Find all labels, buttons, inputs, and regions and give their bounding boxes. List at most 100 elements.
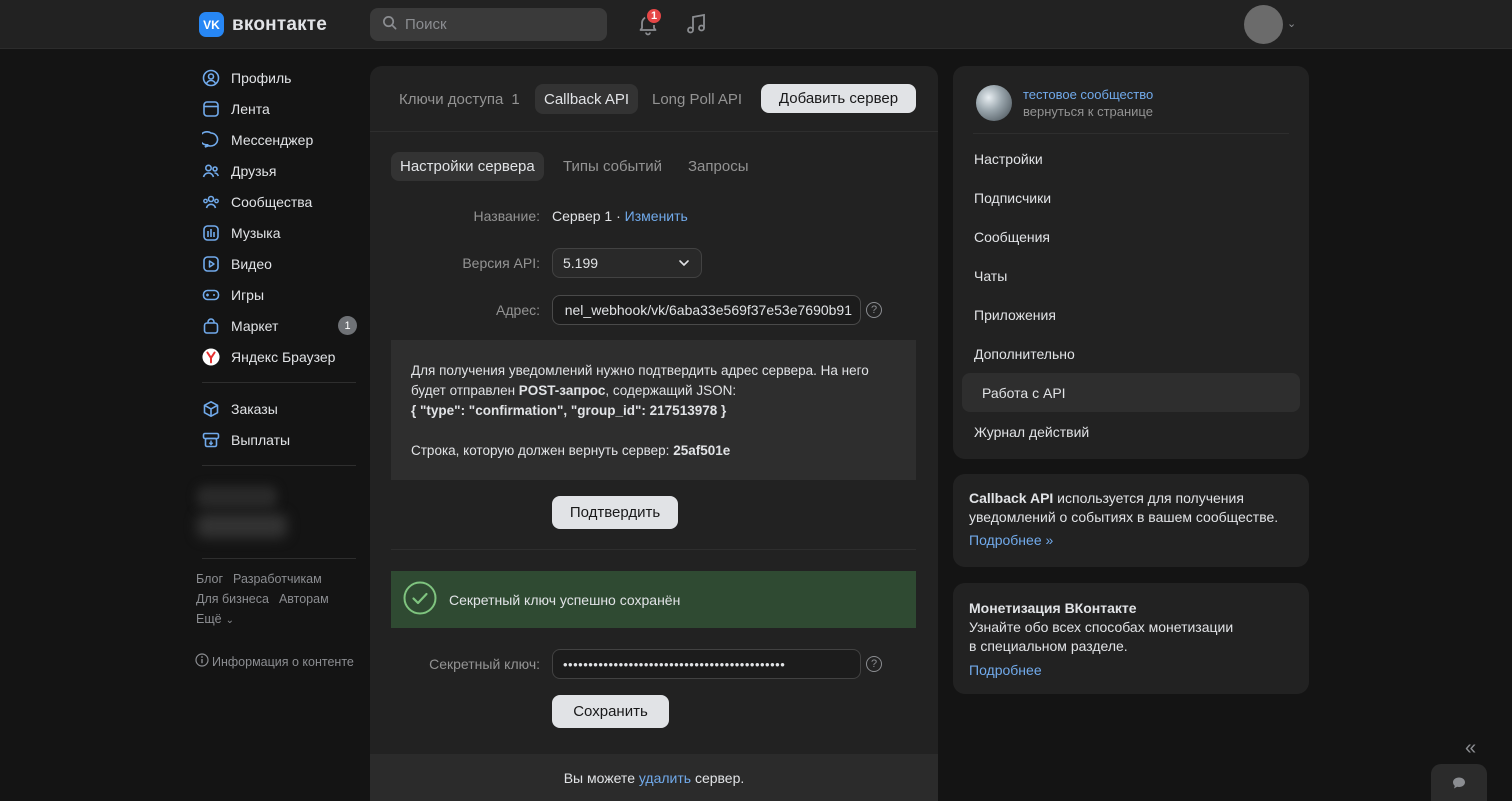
footer-link-business[interactable]: Для бизнеса bbox=[196, 592, 269, 606]
left-sidebar: Профиль Лента Мессенджер Друзья Сообщест… bbox=[195, 62, 360, 670]
user-icon bbox=[202, 69, 220, 87]
nav-label: Игры bbox=[231, 286, 265, 303]
footer-link-blog[interactable]: Блог bbox=[196, 572, 223, 586]
top-header: VK вконтакте 1 ⌄ bbox=[0, 0, 1512, 49]
nav-label: Маркет bbox=[231, 317, 279, 334]
edit-name-link[interactable]: Изменить bbox=[625, 208, 688, 224]
music-note-icon[interactable] bbox=[684, 12, 708, 36]
menu-item-messages[interactable]: Сообщения bbox=[962, 217, 1300, 256]
name-label: Название: bbox=[473, 208, 540, 224]
community-menu-panel: тестовое сообщество вернуться к странице… bbox=[953, 66, 1309, 459]
chevron-down-icon bbox=[677, 256, 691, 273]
server-address-input[interactable]: nel_webhook/vk/6aba33e569f37e53e7690b91 bbox=[552, 295, 861, 325]
server-subtabs: Настройки сервера Типы событий Запросы bbox=[370, 132, 938, 194]
tab-callback-api[interactable]: Callback API bbox=[535, 84, 639, 114]
nav-label: Видео bbox=[231, 255, 272, 272]
search-input[interactable] bbox=[405, 16, 585, 33]
vk-logo[interactable]: VK вконтакте bbox=[199, 12, 327, 37]
footer-text: сервер. bbox=[691, 769, 745, 786]
collapse-arrows-icon[interactable]: « bbox=[1465, 737, 1476, 760]
nav-item-market[interactable]: Маркет 1 bbox=[195, 310, 360, 341]
help-icon[interactable]: ? bbox=[866, 656, 882, 672]
footer-link-developers[interactable]: Разработчикам bbox=[233, 572, 322, 586]
back-to-page-link[interactable]: вернуться к странице bbox=[1023, 104, 1153, 119]
friends-icon bbox=[202, 162, 220, 180]
confirm-button[interactable]: Подтвердить bbox=[552, 496, 678, 529]
info-icon bbox=[195, 653, 209, 670]
api-version-label: Версия API: bbox=[462, 255, 540, 271]
nav-item-profile[interactable]: Профиль bbox=[195, 62, 360, 93]
server-name-row: Сервер 1 · Изменить bbox=[552, 208, 688, 224]
blurred-item bbox=[197, 486, 277, 508]
chevron-down-icon[interactable]: ⌄ bbox=[1287, 17, 1296, 30]
menu-item-advanced[interactable]: Дополнительно bbox=[962, 334, 1300, 373]
payout-icon bbox=[202, 431, 220, 449]
tab-access-keys[interactable]: Ключи доступа 1 bbox=[399, 84, 520, 114]
notice-return-line: Строка, которую должен вернуть сервер: 2… bbox=[411, 441, 896, 461]
music-icon bbox=[202, 224, 220, 242]
nav-divider bbox=[202, 382, 356, 383]
user-avatar[interactable] bbox=[1244, 5, 1283, 44]
success-text: Секретный ключ успешно сохранён bbox=[449, 591, 681, 608]
nav-label: Заказы bbox=[231, 400, 278, 417]
section-divider bbox=[391, 549, 916, 550]
nav-item-games[interactable]: Игры bbox=[195, 279, 360, 310]
nav-item-orders[interactable]: Заказы bbox=[195, 393, 360, 424]
add-server-button[interactable]: Добавить сервер bbox=[761, 84, 916, 113]
help-icon[interactable]: ? bbox=[866, 302, 882, 318]
tab-server-settings[interactable]: Настройки сервера bbox=[391, 152, 544, 181]
nav-item-messenger[interactable]: Мессенджер bbox=[195, 124, 360, 155]
nav-item-yandex-browser[interactable]: Яндекс Браузер bbox=[195, 341, 360, 372]
monetization-title: Монетизация ВКонтакте bbox=[969, 600, 1137, 616]
tab-long-poll-api[interactable]: Long Poll API bbox=[652, 84, 742, 114]
delete-server-link[interactable]: удалить bbox=[639, 770, 691, 786]
nav-label: Мессенджер bbox=[231, 131, 314, 148]
footer-link-authors[interactable]: Авторам bbox=[279, 592, 329, 606]
callback-info-text: Callback API используется для получения … bbox=[969, 489, 1293, 527]
search-icon bbox=[382, 15, 397, 34]
content-info-label: Информация о контенте bbox=[212, 654, 354, 669]
menu-item-action-log[interactable]: Журнал действий bbox=[962, 412, 1300, 451]
community-menu: Настройки Подписчики Сообщения Чаты Прил… bbox=[962, 139, 1300, 451]
nav-divider bbox=[202, 558, 356, 559]
feed-icon bbox=[202, 100, 220, 118]
notice-bold: POST-запрос bbox=[518, 383, 606, 398]
search-box[interactable] bbox=[370, 8, 607, 41]
nav-divider bbox=[202, 465, 356, 466]
menu-item-settings[interactable]: Настройки bbox=[962, 139, 1300, 178]
yandex-browser-icon bbox=[202, 347, 220, 366]
tab-count: 1 bbox=[511, 90, 520, 108]
chevron-down-icon[interactable]: ⌄ bbox=[226, 615, 234, 626]
check-circle-icon bbox=[403, 581, 437, 618]
community-header[interactable]: тестовое сообщество вернуться к странице bbox=[976, 85, 1153, 121]
nav-item-groups[interactable]: Сообщества bbox=[195, 186, 360, 217]
menu-item-apps[interactable]: Приложения bbox=[962, 295, 1300, 334]
secret-key-label: Секретный ключ: bbox=[429, 656, 540, 672]
api-version-select[interactable]: 5.199 bbox=[552, 248, 702, 278]
nav-item-payouts[interactable]: Выплаты bbox=[195, 424, 360, 455]
monetization-card: Монетизация ВКонтакте Узнайте обо всех с… bbox=[953, 583, 1309, 694]
menu-item-subscribers[interactable]: Подписчики bbox=[962, 178, 1300, 217]
footer-link-more[interactable]: Ещё bbox=[196, 612, 222, 626]
tab-event-types[interactable]: Типы событий bbox=[563, 152, 662, 181]
save-button[interactable]: Сохранить bbox=[552, 695, 669, 728]
menu-item-api[interactable]: Работа с API bbox=[962, 373, 1300, 412]
secret-key-input[interactable]: ••••••••••••••••••••••••••••••••••••••••… bbox=[552, 649, 861, 679]
more-info-link[interactable]: Подробнее » bbox=[969, 531, 1293, 550]
nav-item-feed[interactable]: Лента bbox=[195, 93, 360, 124]
confirmation-code: 25af501e bbox=[673, 443, 731, 458]
tab-requests[interactable]: Запросы bbox=[688, 152, 749, 181]
notice-json: { "type": "confirmation", "group_id": 21… bbox=[411, 403, 727, 418]
separator-dot: · bbox=[612, 208, 625, 224]
video-icon bbox=[202, 255, 220, 273]
content-info-link[interactable]: Информация о контенте bbox=[195, 653, 360, 670]
nav-item-friends[interactable]: Друзья bbox=[195, 155, 360, 186]
community-name[interactable]: тестовое сообщество bbox=[1023, 87, 1153, 102]
menu-item-chats[interactable]: Чаты bbox=[962, 256, 1300, 295]
nav-item-music[interactable]: Музыка bbox=[195, 217, 360, 248]
nav-item-video[interactable]: Видео bbox=[195, 248, 360, 279]
monetization-link[interactable]: Подробнее bbox=[969, 661, 1293, 680]
api-version-value: 5.199 bbox=[563, 255, 599, 271]
chat-button[interactable] bbox=[1431, 764, 1487, 801]
callback-info-card: Callback API используется для получения … bbox=[953, 474, 1309, 567]
